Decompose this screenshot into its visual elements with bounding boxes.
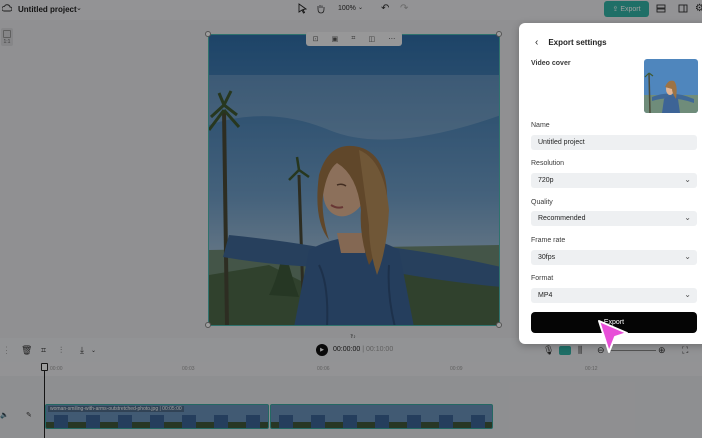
chevron-down-icon: ⌄ — [684, 252, 691, 261]
chevron-down-icon: ⌄ — [684, 290, 691, 299]
video-cover-thumbnail[interactable] — [644, 59, 698, 113]
frame-rate-label: Frame rate — [531, 237, 566, 244]
quality-select[interactable]: Recommended ⌄ — [531, 211, 697, 226]
resolution-label: Resolution — [531, 160, 565, 167]
cover-image — [644, 59, 698, 113]
export-settings-panel: ‹ Export settings Video cover Name Untit… — [519, 23, 702, 344]
video-cover-label: Video cover — [531, 60, 571, 67]
frame-rate-value: 30fps — [538, 254, 556, 261]
back-arrow-icon[interactable]: ‹ — [535, 37, 538, 48]
name-input[interactable]: Untitled project — [531, 135, 697, 150]
resolution-value: 720p — [538, 177, 554, 184]
quality-label: Quality — [531, 199, 553, 206]
chevron-down-icon: ⌄ — [684, 213, 691, 222]
panel-header: ‹ Export settings — [535, 37, 607, 48]
mouse-cursor-icon — [596, 318, 630, 361]
name-input-value: Untitled project — [538, 139, 585, 146]
format-value: MP4 — [538, 292, 553, 299]
chevron-down-icon: ⌄ — [684, 175, 691, 184]
panel-title: Export settings — [548, 38, 607, 47]
name-label: Name — [531, 122, 550, 129]
format-label: Format — [531, 275, 554, 282]
resolution-select[interactable]: 720p ⌄ — [531, 173, 697, 188]
format-select[interactable]: MP4 ⌄ — [531, 288, 697, 303]
frame-rate-select[interactable]: 30fps ⌄ — [531, 250, 697, 265]
quality-value: Recommended — [538, 215, 586, 222]
